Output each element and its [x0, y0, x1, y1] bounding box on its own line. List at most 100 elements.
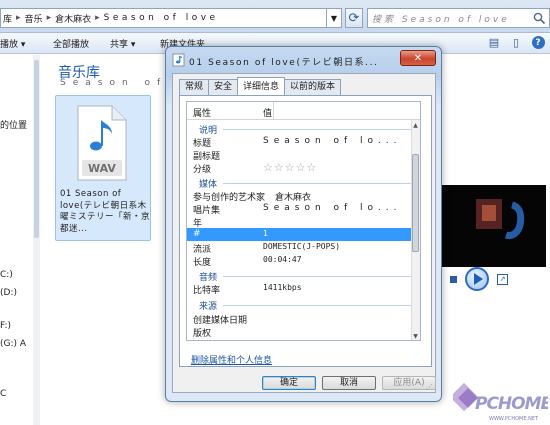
view-options-icon[interactable]: ▤: [486, 35, 502, 50]
scroll-up-icon[interactable]: ▲: [411, 120, 420, 130]
star-icon[interactable]: ☆: [285, 161, 295, 174]
group-divider: [223, 305, 412, 306]
dialog-body: 常规 安全 详细信息 以前的版本 属性 值 说明 标题 Season of lo…: [172, 73, 436, 393]
details-panel: 属性 值 说明 标题 Season of lo... 副标题 分级 ☆ ☆ ☆ …: [179, 95, 432, 367]
breadcrumb-separator-icon[interactable]: ▸: [47, 13, 52, 23]
address-bar[interactable]: 库 ▸ 音乐 ▸ 倉木麻衣 ▸ Season of love: [0, 8, 342, 28]
open-player-icon[interactable]: ↗: [497, 273, 508, 285]
search-icon[interactable]: [533, 12, 546, 25]
property-row-contributing-artist[interactable]: 参与创作的艺术家 倉木麻衣: [187, 189, 416, 203]
wav-file-icon: WAV: [77, 105, 127, 181]
nav-item-drive-f[interactable]: F:): [0, 321, 11, 331]
tab-details[interactable]: 详细信息: [237, 77, 286, 95]
group-origin: 来源: [187, 298, 416, 312]
tab-security[interactable]: 安全: [208, 79, 239, 95]
ok-button[interactable]: 确定: [262, 376, 316, 390]
breadcrumb-separator-icon[interactable]: ▸: [16, 13, 21, 23]
column-divider[interactable]: [273, 102, 274, 120]
cancel-button[interactable]: 取消: [322, 376, 376, 390]
nav-item-drive-g[interactable]: (G:) A: [0, 339, 26, 349]
property-row-copyright[interactable]: 版权: [187, 325, 416, 339]
dialog-title: 01 Season of love(テレビ朝日系...: [189, 58, 379, 68]
column-header-value[interactable]: 值: [263, 106, 272, 119]
nav-scrollbar-thumb[interactable]: [34, 60, 39, 238]
property-row-length[interactable]: 长度 00:04:47: [187, 254, 416, 268]
group-divider: [223, 276, 412, 277]
group-audio: 音频: [187, 269, 416, 283]
property-value[interactable]: 1: [263, 229, 268, 238]
star-icon[interactable]: ☆: [307, 161, 317, 174]
breadcrumb-item[interactable]: Season of love: [104, 13, 219, 23]
property-row-title[interactable]: 标题 Season of lo...: [187, 135, 416, 149]
nav-item-drive-c[interactable]: C:): [0, 270, 13, 280]
property-row-album[interactable]: 唱片集 Season of lo...: [187, 202, 416, 216]
property-row-track-number[interactable]: # 1: [187, 228, 416, 241]
media-preview: [442, 185, 546, 267]
rating-stars[interactable]: ☆ ☆ ☆ ☆ ☆: [263, 161, 316, 174]
property-name: 比特率: [193, 286, 221, 296]
resize-grip-icon[interactable]: ⋰: [426, 383, 433, 391]
close-icon[interactable]: ✕: [400, 50, 436, 66]
property-name: 分级: [193, 165, 212, 175]
share-menu-label: 共享: [110, 40, 129, 50]
star-icon[interactable]: ☆: [296, 161, 306, 174]
property-value: 1411kbps: [263, 283, 302, 292]
property-name: 长度: [193, 258, 212, 268]
group-media: 媒体: [187, 176, 416, 190]
property-value[interactable]: Season of lo...: [263, 136, 402, 146]
pchome-watermark-logo: PCHOME WWW.PCHOME.NET: [453, 382, 548, 422]
group-description: 说明: [187, 122, 416, 136]
property-row-media-created[interactable]: 创建媒体日期: [187, 312, 416, 326]
nav-item-drive-d[interactable]: (D:): [0, 288, 17, 298]
nav-item-recent-places[interactable]: 的位置: [0, 118, 27, 131]
property-row-bitrate[interactable]: 比特率 1411kbps: [187, 282, 416, 296]
share-menu-button[interactable]: 共享 ▾: [110, 37, 135, 50]
remove-properties-link[interactable]: 删除属性和个人信息: [191, 353, 272, 366]
properties-dialog: 01 Season of love(テレビ朝日系... ✕ 常规 安全 详细信息…: [165, 46, 442, 402]
property-row-subtitle[interactable]: 副标题: [187, 148, 416, 162]
breadcrumb-item[interactable]: 音乐: [25, 12, 43, 25]
search-input[interactable]: 搜索 Season of love: [367, 8, 550, 28]
property-name: 版权: [193, 329, 212, 339]
group-label: 来源: [199, 302, 218, 312]
property-value[interactable]: DOMESTIC(J-POPS): [263, 242, 340, 251]
tab-strip: 常规 安全 详细信息 以前的版本: [179, 77, 342, 95]
property-value[interactable]: Season of lo...: [263, 203, 402, 213]
preview-pane-icon[interactable]: ▯: [508, 35, 524, 50]
tab-previous-versions[interactable]: 以前的版本: [284, 79, 342, 95]
scroll-down-icon[interactable]: ▼: [411, 331, 420, 340]
star-icon[interactable]: ☆: [274, 161, 284, 174]
music-file-icon: [172, 53, 185, 67]
album-art-preview: [442, 185, 546, 267]
property-list[interactable]: 属性 值 说明 标题 Season of lo... 副标题 分级 ☆ ☆ ☆ …: [186, 101, 421, 341]
play-menu-button[interactable]: 播放 ▾: [0, 37, 25, 50]
breadcrumb-separator-icon[interactable]: ▸: [95, 13, 100, 23]
property-row-genre[interactable]: 流派 DOMESTIC(J-POPS): [187, 241, 416, 255]
play-menu-label: 播放: [0, 40, 19, 50]
property-list-scrollbar[interactable]: ▲ ▼: [411, 120, 420, 340]
watermark-url: WWW.PCHOME.NET: [489, 416, 539, 422]
nav-item-network[interactable]: C: [0, 389, 6, 399]
breadcrumb-item[interactable]: 库: [3, 12, 12, 25]
tab-general[interactable]: 常规: [179, 79, 210, 95]
watermark-text: PCHOME: [475, 394, 548, 414]
dialog-titlebar[interactable]: 01 Season of love(テレビ朝日系... ✕: [166, 47, 441, 73]
breadcrumb-item[interactable]: 倉木麻衣: [55, 12, 91, 25]
file-item[interactable]: WAV 01 Season of love(テレビ朝日系木曜ミステリー「新・京都…: [55, 95, 151, 241]
scrollbar-thumb[interactable]: [412, 154, 419, 252]
star-icon[interactable]: ☆: [263, 161, 273, 174]
stop-icon[interactable]: [450, 275, 457, 283]
help-icon[interactable]: ?: [530, 35, 546, 50]
column-header-property[interactable]: 属性: [193, 106, 211, 119]
media-player-controls: ↗: [442, 263, 550, 295]
address-bar-area: 库 ▸ 音乐 ▸ 倉木麻衣 ▸ Season of love ▼ ⟳ 搜索 Se…: [0, 0, 550, 33]
property-row-year[interactable]: 年: [187, 215, 416, 229]
play-button[interactable]: [465, 267, 489, 291]
file-name: 01 Season of love(テレビ朝日系木曜ミステリー「新・京都迷...: [60, 189, 151, 234]
property-row-rating[interactable]: 分级 ☆ ☆ ☆ ☆ ☆: [187, 161, 416, 175]
play-icon: [474, 273, 483, 285]
play-all-button[interactable]: 全部播放: [53, 37, 89, 50]
refresh-icon[interactable]: ⟳: [345, 8, 363, 28]
address-dropdown-icon[interactable]: ▼: [326, 8, 342, 28]
property-name: #: [193, 229, 201, 239]
